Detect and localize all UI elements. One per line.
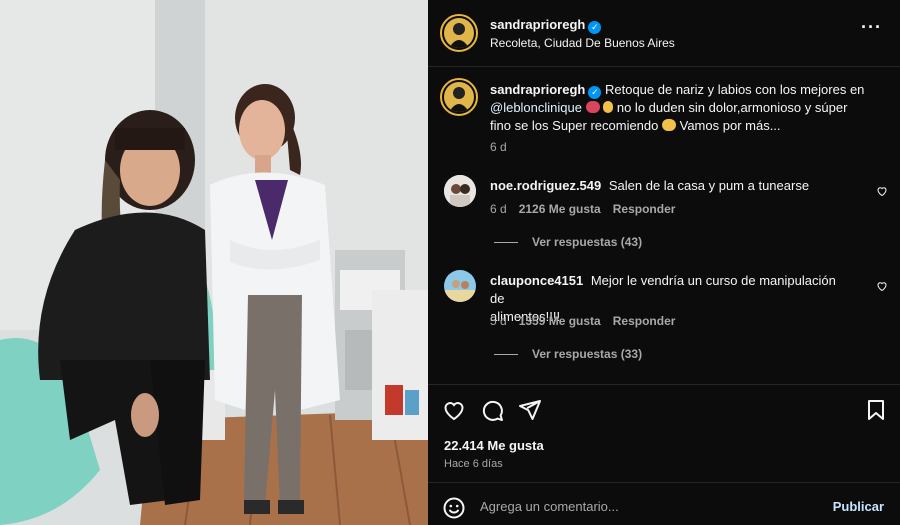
clinic-photo-illustration <box>0 0 428 525</box>
avatar-image <box>444 175 476 207</box>
share-icon[interactable] <box>518 398 542 422</box>
avatar-image <box>444 82 474 112</box>
comment-input[interactable]: Agrega un comentario... <box>480 499 619 514</box>
caption-text-part2: no lo duden sin dolor,armonioso y súper <box>616 100 848 115</box>
likes-count[interactable]: 22.414 Me gusta <box>444 438 544 453</box>
caption-username[interactable]: sandraprioregh <box>490 82 585 97</box>
post-photo[interactable] <box>0 0 428 525</box>
replies-line <box>494 354 518 356</box>
comment-box-divider <box>428 482 900 483</box>
caption-time[interactable]: 6 d <box>490 140 507 154</box>
view-replies-button[interactable]: Ver respuestas (43) <box>494 235 642 249</box>
more-horizontal-icon[interactable]: ··· <box>861 18 882 36</box>
view-replies-label: Ver respuestas (43) <box>532 235 643 249</box>
author-avatar[interactable] <box>440 14 478 52</box>
comment-1-body: noe.rodriguez.549 Salen de la casa y pum… <box>490 177 809 195</box>
comment-avatar[interactable] <box>444 270 476 302</box>
instagram-post-modal: sandraprioregh ✓ Recoleta, Ciudad De Buen… <box>0 0 900 525</box>
comment-time[interactable]: 6 d <box>490 202 507 216</box>
avatar-image <box>444 270 476 302</box>
header-username[interactable]: sandraprioregh <box>490 17 585 32</box>
comment-icon[interactable] <box>480 398 504 422</box>
comment-avatar[interactable] <box>444 175 476 207</box>
caption-text-part3: fino se los Super recomiendo <box>490 118 659 133</box>
replies-line <box>494 242 518 244</box>
verified-badge-icon: ✓ <box>588 21 602 34</box>
raised-hands-emoji-icon <box>662 119 676 131</box>
comment-likes[interactable]: 2126 Me gusta <box>519 202 601 216</box>
view-replies-button[interactable]: Ver respuestas (33) <box>494 347 642 361</box>
actions-divider <box>428 384 900 385</box>
verified-badge-icon: ✓ <box>588 86 602 99</box>
reply-button[interactable]: Responder <box>613 202 676 216</box>
lips-emoji-icon <box>585 101 600 113</box>
caption-text-part4: Vamos por más... <box>679 118 781 133</box>
hand-emoji-icon <box>603 101 614 113</box>
caption-avatar[interactable] <box>440 78 478 116</box>
comment-text: Salen de la casa y pum a tunearse <box>608 178 810 193</box>
comment-username[interactable]: noe.rodriguez.549 <box>490 178 601 193</box>
view-replies-label: Ver respuestas (33) <box>532 347 643 361</box>
comment-1-meta: 6 d 2126 Me gusta Responder <box>490 202 687 216</box>
header-location[interactable]: Recoleta, Ciudad De Buenos Aires <box>490 36 675 50</box>
posted-time[interactable]: Hace 6 días <box>444 458 503 470</box>
emoji-icon[interactable] <box>442 496 466 520</box>
header-username-row: sandraprioregh ✓ <box>490 16 602 34</box>
caption-text: sandraprioregh ✓ Retoque de nariz y labio… <box>490 81 890 135</box>
avatar-image <box>444 18 474 48</box>
comment-like-heart-icon[interactable] <box>876 280 888 292</box>
caption-mention-link[interactable]: @leblonclinique <box>490 100 582 115</box>
caption-text-part1: Retoque de nariz y labios con los mejore… <box>604 82 865 97</box>
comment-likes[interactable]: 1359 Me gusta <box>519 314 601 328</box>
comment-username[interactable]: clauponce4151 <box>490 273 583 288</box>
comment-2-meta: 5 d 1359 Me gusta Responder <box>490 314 687 328</box>
comment-time[interactable]: 5 d <box>490 314 507 328</box>
comment-like-heart-icon[interactable] <box>876 185 888 197</box>
post-sidebar: sandraprioregh ✓ Recoleta, Ciudad De Buen… <box>428 0 900 525</box>
publish-button[interactable]: Publicar <box>833 499 884 514</box>
header-divider <box>428 66 900 67</box>
bookmark-icon[interactable] <box>864 398 888 422</box>
heart-icon[interactable] <box>442 398 466 422</box>
reply-button[interactable]: Responder <box>613 314 676 328</box>
